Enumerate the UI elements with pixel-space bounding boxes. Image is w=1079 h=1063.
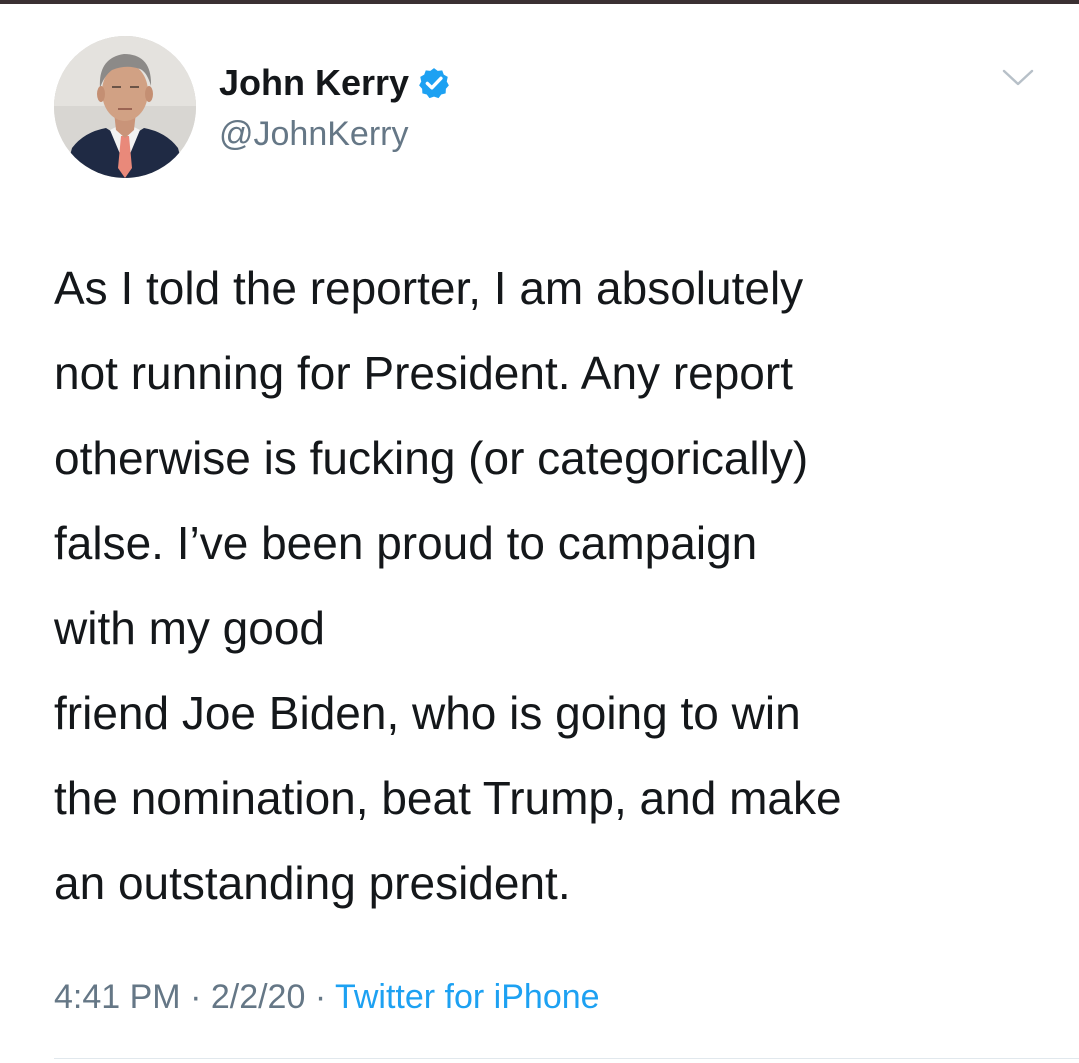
tweet-text-line: an outstanding president. <box>54 857 571 909</box>
avatar[interactable] <box>54 36 196 178</box>
tweet-text-line: false. I’ve been proud to campaign <box>54 517 758 569</box>
tweet-time[interactable]: 4:41 PM <box>54 978 181 1016</box>
avatar-image <box>54 36 196 178</box>
tweet-text-line: with my good <box>54 602 326 654</box>
meta-separator: · <box>180 978 211 1016</box>
display-name[interactable]: John Kerry <box>219 60 409 106</box>
user-handle[interactable]: @JohnKerry <box>219 112 408 156</box>
chevron-down-icon[interactable] <box>1000 66 1036 90</box>
tweet-text-line: the nomination, beat Trump, and make <box>54 772 842 824</box>
tweet-text-line: friend Joe Biden, who is going to win <box>54 687 801 739</box>
tweet-date[interactable]: 2/2/20 <box>211 978 306 1016</box>
author-name-row: John Kerry <box>219 60 451 106</box>
tweet-text-line: otherwise is fucking (or categorically) <box>54 432 809 484</box>
divider <box>54 1058 1079 1059</box>
tweet-text-line: not running for President. Any report <box>54 347 793 399</box>
tweet-meta: 4:41 PM · 2/2/20 · Twitter for iPhone <box>54 972 600 1022</box>
tweet-text: As I told the reporter, I am absolutely … <box>54 246 1064 926</box>
verified-badge-icon <box>417 66 451 100</box>
meta-separator: · <box>305 978 335 1016</box>
tweet-text-line: As I told the reporter, I am absolutely <box>54 262 804 314</box>
tweet-source-link[interactable]: Twitter for iPhone <box>335 978 600 1016</box>
tweet-card: John Kerry @JohnKerry As I told the repo… <box>0 0 1079 1063</box>
